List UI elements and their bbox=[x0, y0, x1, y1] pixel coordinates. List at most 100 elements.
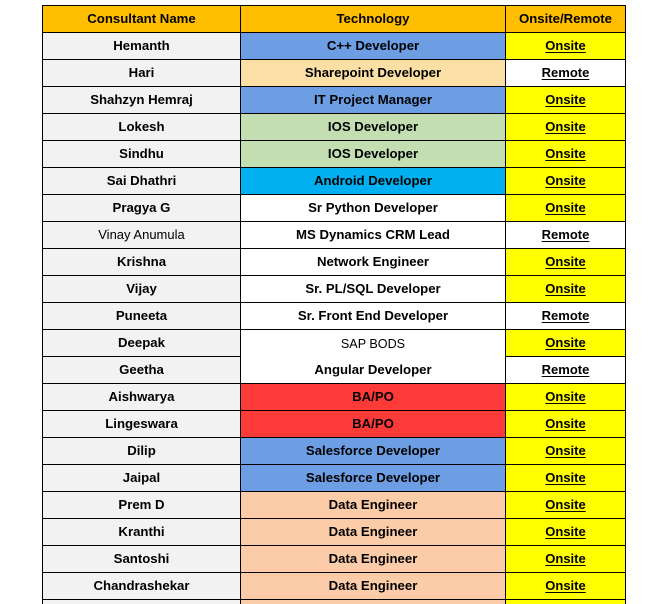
table-row: Hari Sharepoint Developer Remote bbox=[42, 59, 626, 87]
cell-technology[interactable]: C++ Developer bbox=[240, 32, 506, 60]
cell-onsite-remote[interactable]: Onsite bbox=[505, 32, 626, 60]
cell-consultant-name[interactable]: Shahzyn Hemraj bbox=[42, 86, 241, 114]
cell-consultant-name[interactable]: Kranthi bbox=[42, 518, 241, 546]
cell-technology[interactable]: MS Dynamics CRM Lead bbox=[240, 221, 506, 249]
cell-onsite-remote[interactable]: Onsite bbox=[505, 545, 626, 573]
cell-consultant-name[interactable]: Lokesh bbox=[42, 113, 241, 141]
table-row: Aishwarya BA/PO Onsite bbox=[42, 383, 626, 411]
cell-technology[interactable]: BA/PO bbox=[240, 410, 506, 438]
cell-onsite-remote[interactable]: Onsite bbox=[505, 194, 626, 222]
cell-onsite-remote[interactable]: Remote bbox=[505, 356, 626, 384]
spreadsheet-canvas: Consultant Name Technology Onsite/Remote… bbox=[0, 0, 655, 604]
cell-technology[interactable]: Sr. PL/SQL Developer bbox=[240, 275, 506, 303]
cell-technology[interactable]: Sharepoint Developer bbox=[240, 59, 506, 87]
cell-consultant-name[interactable]: Aishwarya bbox=[42, 383, 241, 411]
cell-consultant-name[interactable]: Hari bbox=[42, 59, 241, 87]
cell-technology[interactable]: IOS Developer bbox=[240, 140, 506, 168]
location-value: Onsite bbox=[545, 173, 586, 189]
location-value: Remote bbox=[541, 227, 590, 243]
cell-technology[interactable]: Salesforce Developer bbox=[240, 464, 506, 492]
column-header-technology[interactable]: Technology bbox=[240, 5, 506, 33]
cell-onsite-remote[interactable]: Onsite bbox=[505, 275, 626, 303]
cell-onsite-remote[interactable]: Onsite bbox=[505, 518, 626, 546]
cell-onsite-remote[interactable]: Remote bbox=[505, 221, 626, 249]
table-row: Pragya G Sr Python Developer Onsite bbox=[42, 194, 626, 222]
cell-technology[interactable]: Data Engineer bbox=[240, 572, 506, 600]
cell-technology[interactable]: Sr Python Developer bbox=[240, 194, 506, 222]
cell-technology[interactable]: BA/PO bbox=[240, 383, 506, 411]
cell-onsite-remote[interactable]: Onsite bbox=[505, 383, 626, 411]
cell-consultant-name[interactable]: Krishna bbox=[42, 248, 241, 276]
column-header-onsite-remote[interactable]: Onsite/Remote bbox=[505, 5, 626, 33]
cell-consultant-name[interactable]: Deepak bbox=[42, 329, 241, 357]
location-value: Onsite bbox=[545, 281, 586, 297]
cell-consultant-name[interactable]: Pragya G bbox=[42, 194, 241, 222]
table-row: Kranthi Data Engineer Onsite bbox=[42, 518, 626, 546]
cell-consultant-name[interactable]: Prem D bbox=[42, 491, 241, 519]
cell-technology[interactable]: Data Engineer bbox=[240, 518, 506, 546]
table-row: Sai Dhathri Android Developer Onsite bbox=[42, 167, 626, 195]
cell-consultant-name[interactable]: Sindhu bbox=[42, 140, 241, 168]
location-value: Onsite bbox=[545, 119, 586, 135]
cell-consultant-name[interactable]: Vijay bbox=[42, 275, 241, 303]
cell-onsite-remote[interactable]: Onsite bbox=[505, 329, 626, 357]
cell-technology-merged[interactable]: SAP BODS Angular Developer bbox=[240, 329, 506, 384]
table-row: Lingeswara BA/PO Onsite bbox=[42, 410, 626, 438]
cell-technology[interactable]: Salesforce Developer bbox=[240, 437, 506, 465]
column-header-consultant-name[interactable]: Consultant Name bbox=[42, 5, 241, 33]
table-row: Lokesh IOS Developer Onsite bbox=[42, 113, 626, 141]
cell-onsite-remote[interactable]: Onsite bbox=[505, 167, 626, 195]
location-value: Onsite bbox=[545, 443, 586, 459]
location-value: Onsite bbox=[545, 416, 586, 432]
location-value: Remote bbox=[541, 308, 590, 324]
table-row: Vinay Anumula MS Dynamics CRM Lead Remote bbox=[42, 221, 626, 249]
cell-onsite-remote[interactable]: Onsite bbox=[505, 248, 626, 276]
cell-consultant-name[interactable]: Vinay Anumula bbox=[42, 221, 241, 249]
location-value: Remote bbox=[541, 65, 590, 81]
cell-onsite-remote[interactable]: Onsite bbox=[505, 437, 626, 465]
location-value: Onsite bbox=[545, 146, 586, 162]
table-row: Krishna Network Engineer Onsite bbox=[42, 248, 626, 276]
cell-technology: Angular Developer bbox=[314, 361, 432, 377]
table-row: Vijay Sr. PL/SQL Developer Onsite bbox=[42, 275, 626, 303]
cell-onsite-remote[interactable]: Remote bbox=[505, 302, 626, 330]
cell-onsite-remote[interactable]: Onsite bbox=[505, 599, 626, 604]
table-row: Vamsi TData EngineerOnsite bbox=[42, 599, 626, 604]
cell-consultant-name[interactable]: Vamsi T bbox=[42, 599, 241, 604]
cell-consultant-name[interactable]: Geetha bbox=[42, 356, 241, 384]
cell-consultant-name[interactable]: Hemanth bbox=[42, 32, 241, 60]
cell-technology[interactable]: Data Engineer bbox=[240, 599, 506, 604]
table-row: Prem D Data Engineer Onsite bbox=[42, 491, 626, 519]
cell-technology[interactable]: Data Engineer bbox=[240, 491, 506, 519]
cell-consultant-name[interactable]: Santoshi bbox=[42, 545, 241, 573]
cell-technology: SAP BODS bbox=[340, 336, 406, 351]
cell-consultant-name[interactable]: Dilip bbox=[42, 437, 241, 465]
cell-onsite-remote[interactable]: Onsite bbox=[505, 113, 626, 141]
cell-technology[interactable]: Sr. Front End Developer bbox=[240, 302, 506, 330]
header-row: Consultant Name Technology Onsite/Remote bbox=[42, 5, 626, 33]
cell-consultant-name[interactable]: Chandrashekar bbox=[42, 572, 241, 600]
cell-consultant-name[interactable]: Puneeta bbox=[42, 302, 241, 330]
cell-onsite-remote[interactable]: Onsite bbox=[505, 86, 626, 114]
cell-onsite-remote[interactable]: Onsite bbox=[505, 410, 626, 438]
cell-onsite-remote[interactable]: Onsite bbox=[505, 572, 626, 600]
cell-onsite-remote[interactable]: Onsite bbox=[505, 140, 626, 168]
cell-technology[interactable]: Data Engineer bbox=[240, 545, 506, 573]
table-row: Santoshi Data Engineer Onsite bbox=[42, 545, 626, 573]
cell-consultant-name[interactable]: Sai Dhathri bbox=[42, 167, 241, 195]
table-row: Chandrashekar Data Engineer Onsite bbox=[42, 572, 626, 600]
cell-onsite-remote[interactable]: Remote bbox=[505, 59, 626, 87]
cell-technology[interactable]: IT Project Manager bbox=[240, 86, 506, 114]
cell-onsite-remote[interactable]: Onsite bbox=[505, 464, 626, 492]
cell-consultant-name[interactable]: Lingeswara bbox=[42, 410, 241, 438]
cell-technology[interactable]: Android Developer bbox=[240, 167, 506, 195]
location-value: Onsite bbox=[545, 200, 586, 216]
location-value: Onsite bbox=[545, 92, 586, 108]
cell-consultant-name[interactable]: Jaipal bbox=[42, 464, 241, 492]
location-value: Onsite bbox=[545, 551, 586, 567]
table-row: Shahzyn Hemraj IT Project Manager Onsite bbox=[42, 86, 626, 114]
cell-technology[interactable]: IOS Developer bbox=[240, 113, 506, 141]
cell-technology[interactable]: Network Engineer bbox=[240, 248, 506, 276]
cell-onsite-remote[interactable]: Onsite bbox=[505, 491, 626, 519]
location-value: Onsite bbox=[545, 254, 586, 270]
